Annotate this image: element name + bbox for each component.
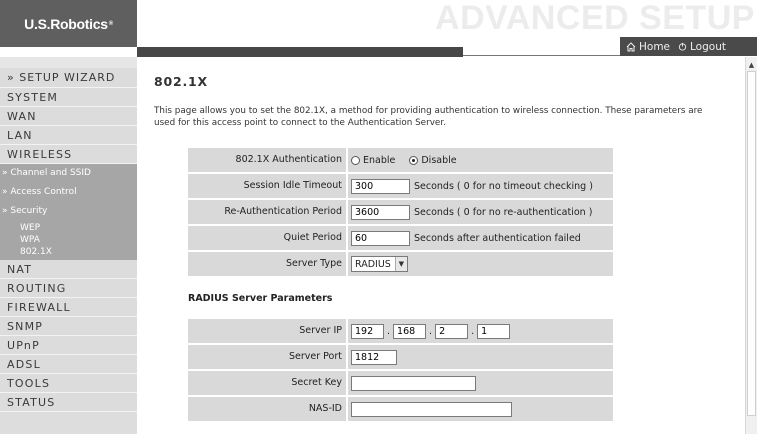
reauth-period-input[interactable] (351, 204, 410, 220)
radius-settings-table: Server IP . . . Server Port Secret Key (188, 319, 613, 423)
sidebar-item-wpa[interactable]: WPA (0, 234, 137, 246)
logout-link[interactable]: Logout (678, 41, 726, 53)
page-description: This page allows you to set the 802.1X, … (154, 106, 703, 128)
usrobotics-logo: U.S.Robotics ® (0, 0, 137, 47)
sidebar-item-setup-wizard[interactable]: » SETUP WIZARD (0, 68, 137, 88)
sidebar-item-routing[interactable]: ROUTING (0, 279, 137, 298)
top-nav: Home Logout (620, 37, 757, 56)
home-label: Home (639, 40, 671, 53)
session-timeout-label: Session Idle Timeout (188, 174, 346, 198)
server-ip-label: Server IP (188, 319, 346, 343)
quiet-period-row: Quiet Period Seconds after authenticatio… (188, 226, 613, 250)
auth-row: 802.1X Authentication Enable Disable (188, 148, 613, 172)
session-timeout-row: Session Idle Timeout Seconds ( 0 for no … (188, 174, 613, 198)
server-type-value: RADIUS (355, 258, 391, 270)
wireless-submenu: » Channel and SSID » Access Control » Se… (0, 164, 137, 260)
vertical-scrollbar[interactable]: ▲ (745, 57, 757, 434)
reauth-period-row: Re-Authentication Period Seconds ( 0 for… (188, 200, 613, 224)
sidebar-item-status[interactable]: STATUS (0, 393, 137, 412)
logout-label: Logout (690, 40, 726, 53)
auth-label: 802.1X Authentication (188, 148, 346, 172)
session-timeout-hint: Seconds ( 0 for no timeout checking ) (414, 180, 593, 192)
enable-radio-circle[interactable] (351, 155, 360, 165)
sidebar: » SETUP WIZARD SYSTEM WAN LAN WIRELESS »… (0, 57, 137, 434)
secret-key-input[interactable] (351, 375, 476, 391)
ip-separator: . (387, 325, 391, 337)
sidebar-item-channel-ssid[interactable]: » Channel and SSID (0, 164, 137, 183)
sidebar-item-snmp[interactable]: SNMP (0, 317, 137, 336)
reauth-period-label: Re-Authentication Period (188, 200, 346, 224)
nas-id-label: NAS-ID (188, 397, 346, 421)
disable-label: Disable (421, 154, 457, 166)
reauth-period-hint: Seconds ( 0 for no re-authentication ) (414, 206, 593, 218)
main-content: 802.1X This page allows you to set the 8… (137, 57, 745, 434)
quiet-period-hint: Seconds after authentication failed (414, 232, 581, 244)
dot1x-settings-table: 802.1X Authentication Enable Disable Ses… (188, 148, 613, 278)
chevron-down-icon[interactable]: ▼ (394, 257, 407, 271)
secret-key-row: Secret Key (188, 371, 613, 395)
server-type-select[interactable]: RADIUS ▼ (351, 256, 408, 272)
sidebar-item-security[interactable]: » Security (0, 202, 137, 221)
power-icon (678, 42, 687, 51)
sidebar-item-nat[interactable]: NAT (0, 260, 137, 279)
brand-name: U.S.Robotics (24, 15, 108, 32)
enable-radio[interactable]: Enable (351, 155, 395, 166)
radius-section-title: RADIUS Server Parameters (188, 293, 333, 304)
page-title: 802.1X (154, 74, 208, 89)
secret-key-label: Secret Key (188, 371, 346, 395)
server-port-label: Server Port (188, 345, 346, 369)
quiet-period-input[interactable] (351, 230, 410, 246)
brand-tm: ® (108, 20, 113, 27)
disable-radio-circle[interactable] (409, 155, 419, 165)
sidebar-item-tools[interactable]: TOOLS (0, 374, 137, 393)
sidebar-item-802-1x[interactable]: 802.1X (0, 246, 137, 260)
sidebar-item-wan[interactable]: WAN (0, 107, 137, 126)
page-banner: ADVANCED SETUP (435, 0, 755, 37)
sidebar-item-system[interactable]: SYSTEM (0, 88, 137, 107)
scrollbar-thumb[interactable] (747, 71, 756, 416)
enable-label: Enable (363, 154, 396, 166)
nas-id-input[interactable] (351, 401, 512, 417)
quiet-period-label: Quiet Period (188, 226, 346, 250)
home-link[interactable]: Home (626, 41, 670, 53)
server-type-label: Server Type (188, 252, 346, 276)
home-icon (626, 41, 636, 51)
ip-separator: . (429, 325, 433, 337)
sidebar-item-firewall[interactable]: FIREWALL (0, 298, 137, 317)
disable-radio[interactable]: Disable (409, 154, 457, 166)
sidebar-item-upnp[interactable]: UPnP (0, 336, 137, 355)
ip-separator: . (471, 325, 475, 337)
server-ip-octet-1[interactable] (351, 323, 384, 339)
server-ip-octet-4[interactable] (477, 323, 511, 339)
nas-id-row: NAS-ID (188, 397, 613, 421)
sidebar-item-lan[interactable]: LAN (0, 126, 137, 145)
sidebar-item-adsl[interactable]: ADSL (0, 355, 137, 374)
server-port-row: Server Port (188, 345, 613, 369)
server-type-row: Server Type RADIUS ▼ (188, 252, 613, 276)
server-port-input[interactable] (351, 349, 397, 365)
sidebar-item-wep[interactable]: WEP (0, 222, 137, 234)
header-bar (137, 47, 463, 57)
server-ip-octet-2[interactable] (393, 323, 427, 339)
sidebar-item-access-control[interactable]: » Access Control (0, 183, 137, 202)
session-timeout-input[interactable] (351, 178, 410, 194)
chevron-up-icon[interactable]: ▲ (746, 59, 757, 70)
sidebar-item-wireless[interactable]: WIRELESS (0, 145, 137, 164)
server-ip-octet-3[interactable] (435, 323, 469, 339)
server-ip-row: Server IP . . . (188, 319, 613, 343)
